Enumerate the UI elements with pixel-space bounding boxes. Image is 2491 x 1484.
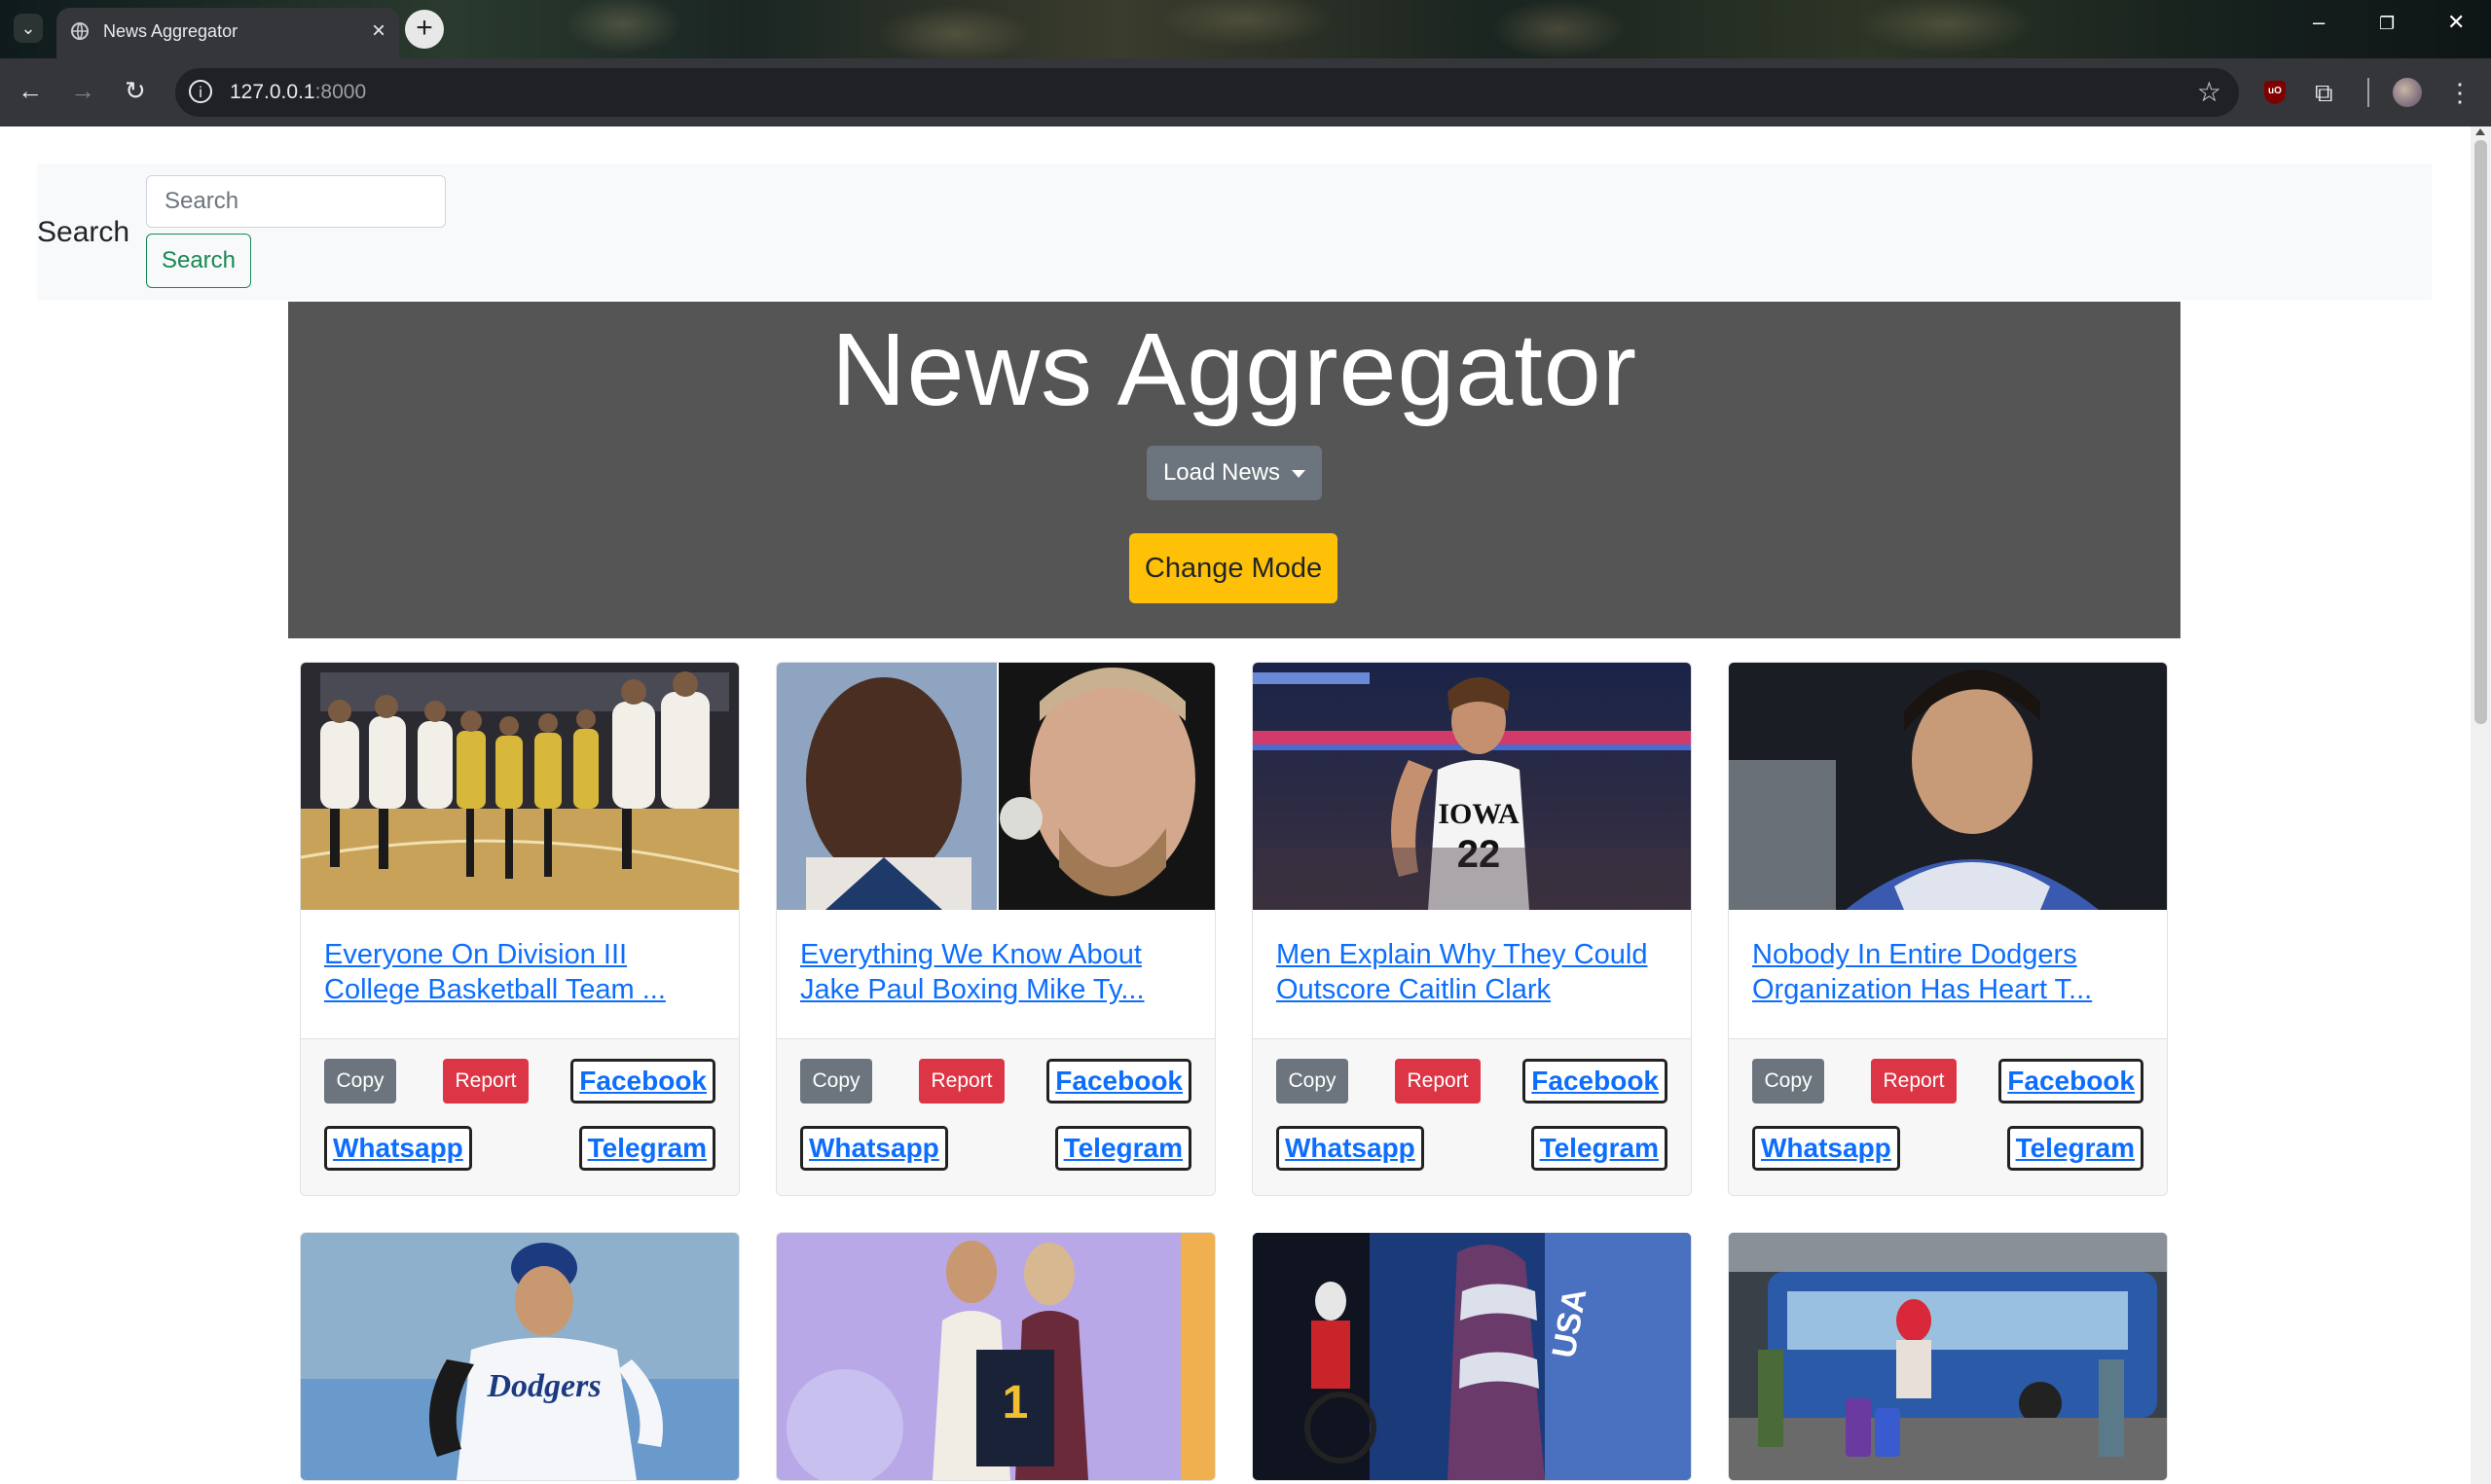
- copy-button[interactable]: Copy: [1276, 1059, 1348, 1104]
- change-mode-button[interactable]: Change Mode: [1129, 533, 1337, 603]
- article-link[interactable]: Nobody In Entire Dodgers Organization Ha…: [1752, 937, 2143, 1007]
- article-link[interactable]: Men Explain Why They Could Outscore Cait…: [1276, 937, 1667, 1007]
- article-image[interactable]: [1729, 1233, 2167, 1480]
- share-whatsapp-button[interactable]: Whatsapp: [800, 1126, 948, 1171]
- news-card: [1728, 1232, 2168, 1481]
- article-image[interactable]: [777, 663, 1215, 910]
- search-button[interactable]: Search: [146, 234, 251, 288]
- browser-tab[interactable]: News Aggregator ×: [56, 8, 399, 58]
- url-text[interactable]: 127.0.0.1:8000: [230, 81, 366, 104]
- share-facebook-button[interactable]: Facebook: [1998, 1059, 2143, 1104]
- scrollbar-thumb[interactable]: [2474, 140, 2487, 724]
- page-viewport: Search Search News Aggregator Load News …: [0, 127, 2471, 1484]
- url-host: 127.0.0.1: [230, 81, 315, 103]
- news-card: Everyone On Division III College Basketb…: [300, 662, 740, 1196]
- card-footer: Copy Report Facebook Whatsapp Telegram: [301, 1038, 739, 1195]
- share-whatsapp-button[interactable]: Whatsapp: [1752, 1126, 1900, 1171]
- share-whatsapp-button[interactable]: Whatsapp: [324, 1126, 472, 1171]
- article-image[interactable]: [301, 663, 739, 910]
- toolbar-divider: [2367, 78, 2369, 107]
- back-icon[interactable]: ←: [18, 76, 43, 106]
- svg-text:Dodgers: Dodgers: [486, 1368, 601, 1404]
- browser-tab-strip: ⌄ News Aggregator × + – ❐ ✕: [0, 0, 2491, 58]
- bookmark-star-icon[interactable]: ☆: [2197, 76, 2221, 108]
- article-image[interactable]: Dodgers: [301, 1233, 739, 1480]
- page-scrollbar[interactable]: [2471, 127, 2491, 1484]
- news-card: 1: [776, 1232, 1216, 1481]
- address-bar[interactable]: i 127.0.0.1:8000 ☆: [175, 68, 2239, 117]
- page-title: News Aggregator: [830, 312, 1638, 427]
- report-button[interactable]: Report: [1871, 1059, 1957, 1104]
- article-image[interactable]: 1: [777, 1233, 1215, 1480]
- minimize-icon[interactable]: –: [2313, 10, 2325, 35]
- search-input[interactable]: [146, 175, 446, 228]
- share-telegram-button[interactable]: Telegram: [1530, 1126, 1667, 1171]
- report-button[interactable]: Report: [1395, 1059, 1481, 1104]
- card-footer: Copy Report Facebook Whatsapp Telegram: [777, 1038, 1215, 1195]
- restore-icon[interactable]: ❐: [2379, 14, 2395, 34]
- card-body: Everything We Know About Jake Paul Boxin…: [777, 910, 1215, 1038]
- svg-text:IOWA: IOWA: [1438, 798, 1520, 830]
- copy-button[interactable]: Copy: [1752, 1059, 1824, 1104]
- load-news-dropdown[interactable]: Load News: [1147, 446, 1322, 500]
- ublock-icon[interactable]: uO: [2264, 81, 2286, 104]
- share-whatsapp-button[interactable]: Whatsapp: [1276, 1126, 1424, 1171]
- share-telegram-button[interactable]: Telegram: [2006, 1126, 2143, 1171]
- url-port: :8000: [314, 81, 367, 103]
- profile-avatar[interactable]: [2393, 78, 2422, 107]
- globe-icon: [71, 22, 89, 40]
- card-body: Nobody In Entire Dodgers Organization Ha…: [1729, 910, 2167, 1038]
- search-bar: Search Search: [37, 163, 2432, 300]
- header-jumbotron: News Aggregator Load News Change Mode: [288, 302, 2180, 638]
- news-card: Everything We Know About Jake Paul Boxin…: [776, 662, 1216, 1196]
- report-button[interactable]: Report: [443, 1059, 529, 1104]
- news-card: Dodgers: [300, 1232, 740, 1481]
- close-window-icon[interactable]: ✕: [2447, 10, 2465, 35]
- share-telegram-button[interactable]: Telegram: [1054, 1126, 1191, 1171]
- tab-search-button[interactable]: ⌄: [14, 14, 43, 43]
- article-image[interactable]: [1729, 663, 2167, 910]
- report-button[interactable]: Report: [919, 1059, 1005, 1104]
- extensions-icon[interactable]: ⧉: [2315, 78, 2333, 109]
- article-link[interactable]: Everything We Know About Jake Paul Boxin…: [800, 937, 1191, 1007]
- caret-down-icon: [1292, 469, 1306, 478]
- card-body: Men Explain Why They Could Outscore Cait…: [1253, 910, 1691, 1038]
- tab-title: News Aggregator: [103, 21, 238, 41]
- card-body: Everyone On Division III College Basketb…: [301, 910, 739, 1038]
- close-tab-icon[interactable]: ×: [372, 18, 385, 45]
- load-news-label: Load News: [1162, 459, 1281, 486]
- svg-text:1: 1: [1003, 1377, 1029, 1429]
- share-facebook-button[interactable]: Facebook: [1522, 1059, 1667, 1104]
- forward-icon[interactable]: →: [70, 76, 95, 106]
- new-tab-button[interactable]: +: [405, 10, 444, 49]
- article-image[interactable]: USA: [1253, 1233, 1691, 1480]
- share-facebook-button[interactable]: Facebook: [1046, 1059, 1191, 1104]
- share-facebook-button[interactable]: Facebook: [570, 1059, 715, 1104]
- article-link[interactable]: Everyone On Division III College Basketb…: [324, 937, 715, 1007]
- card-footer: Copy Report Facebook Whatsapp Telegram: [1253, 1038, 1691, 1195]
- card-footer: Copy Report Facebook Whatsapp Telegram: [1729, 1038, 2167, 1195]
- share-telegram-button[interactable]: Telegram: [578, 1126, 715, 1171]
- reload-icon[interactable]: ↻: [125, 76, 146, 106]
- search-label: Search: [37, 216, 130, 248]
- menu-icon[interactable]: ⋮: [2447, 78, 2473, 108]
- site-info-icon[interactable]: i: [189, 80, 212, 103]
- browser-toolbar: ← → ↻ i 127.0.0.1:8000 ☆ ⧉ ⋮: [0, 58, 2491, 127]
- news-card: IOWA 22 Men Explain Why They Could Outsc…: [1252, 662, 1692, 1196]
- article-image[interactable]: IOWA 22: [1253, 663, 1691, 910]
- copy-button[interactable]: Copy: [324, 1059, 396, 1104]
- copy-button[interactable]: Copy: [800, 1059, 872, 1104]
- scroll-up-icon[interactable]: [2475, 128, 2485, 135]
- news-card: Nobody In Entire Dodgers Organization Ha…: [1728, 662, 2168, 1196]
- news-card: USA: [1252, 1232, 1692, 1481]
